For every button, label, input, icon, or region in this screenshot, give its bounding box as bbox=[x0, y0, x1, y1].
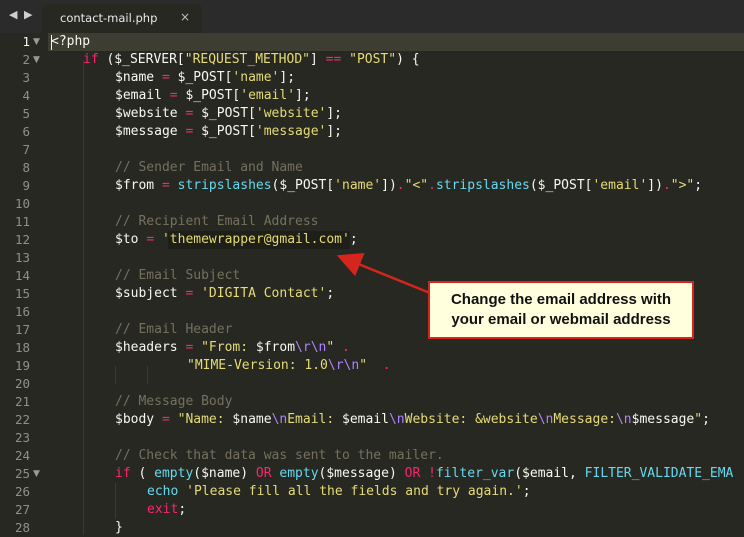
indent-guide bbox=[83, 60, 84, 535]
line-number: 27 bbox=[14, 502, 30, 517]
code-line-27: exit; bbox=[147, 502, 187, 517]
fold-arrow-icon[interactable]: ▼ bbox=[33, 33, 40, 51]
line-gutter: 1 ▼ 2 ▼ 3 4 5 6 7 8 9 10 11 12 13 14 15 … bbox=[0, 33, 48, 535]
text-cursor bbox=[51, 35, 52, 50]
line-number: 25 bbox=[14, 466, 30, 481]
callout-line-1: Change the email address with bbox=[450, 291, 672, 308]
code-line-26: echo 'Please fill all the fields and try… bbox=[147, 484, 531, 499]
line-number: 26 bbox=[14, 484, 30, 499]
line-number: 28 bbox=[14, 520, 30, 535]
code-line-14: // Email Subject bbox=[115, 268, 241, 283]
fold-arrow-icon[interactable]: ▼ bbox=[33, 465, 40, 483]
recipient-email-string: 'themewrapper@gmail.com' bbox=[161, 232, 350, 247]
line-number: 3 bbox=[22, 70, 30, 85]
line-number: 17 bbox=[14, 322, 30, 337]
line-number: 16 bbox=[14, 304, 30, 319]
tab-label: contact-mail.php bbox=[60, 11, 158, 25]
line-number: 13 bbox=[14, 250, 30, 265]
code-line-22: $body = "Name: $name\nEmail: $email\nWeb… bbox=[115, 412, 710, 427]
line-number: 10 bbox=[14, 196, 30, 211]
line-number: 8 bbox=[22, 160, 30, 175]
tab-contact-mail[interactable]: contact-mail.php × bbox=[42, 4, 202, 33]
line-number: 7 bbox=[22, 142, 30, 157]
indent-guide bbox=[115, 366, 116, 384]
line-number: 4 bbox=[22, 88, 30, 103]
line-number: 5 bbox=[22, 106, 30, 121]
back-arrow-icon[interactable]: ◀ bbox=[9, 8, 17, 21]
code-line-19: "MIME-Version: 1.0\r\n" . bbox=[187, 358, 391, 373]
indent-guide bbox=[147, 366, 148, 384]
line-number: 19 bbox=[14, 358, 30, 373]
annotation-callout: Change the email address with your email… bbox=[428, 281, 694, 339]
line-number: 11 bbox=[14, 214, 30, 229]
line-number: 2 bbox=[22, 52, 30, 67]
code-line-6: $message = $_POST['message']; bbox=[115, 124, 343, 139]
code-line-21: // Message Body bbox=[115, 394, 233, 409]
code-line-25: if ( empty($name) OR empty($message) OR … bbox=[115, 466, 734, 481]
line-number: 1 bbox=[22, 34, 30, 49]
line-number: 23 bbox=[14, 430, 30, 445]
line-number: 14 bbox=[14, 268, 30, 283]
line-number: 22 bbox=[14, 412, 30, 427]
code-line-8: // Sender Email and Name bbox=[115, 160, 303, 175]
code-line-4: $email = $_POST['email']; bbox=[115, 88, 311, 103]
close-icon[interactable]: × bbox=[180, 10, 190, 24]
forward-arrow-icon[interactable]: ▶ bbox=[24, 8, 32, 21]
line-number: 9 bbox=[22, 178, 30, 193]
line-number: 15 bbox=[14, 286, 30, 301]
line-number: 20 bbox=[14, 376, 30, 391]
code-line-15: $subject = 'DIGITA Contact'; bbox=[115, 286, 335, 301]
code-line-17: // Email Header bbox=[115, 322, 233, 337]
line-number: 12 bbox=[14, 232, 30, 247]
code-line-28: } bbox=[115, 520, 123, 535]
code-line-18: $headers = "From: $from\r\n" . bbox=[115, 340, 350, 355]
code-line-12: $to = 'themewrapper@gmail.com'; bbox=[115, 232, 358, 247]
callout-line-2: your email or webmail address bbox=[451, 311, 671, 328]
indent-guide bbox=[115, 483, 116, 519]
code-line-24: // Check that data was sent to the maile… bbox=[115, 448, 444, 463]
fold-arrow-icon[interactable]: ▼ bbox=[33, 51, 40, 69]
code-line-3: $name = $_POST['name']; bbox=[115, 70, 296, 85]
code-line-11: // Recipient Email Address bbox=[115, 214, 319, 229]
line-number: 24 bbox=[14, 448, 30, 463]
line-number: 21 bbox=[14, 394, 30, 409]
tab-bar: ◀ ▶ contact-mail.php × bbox=[0, 0, 744, 34]
line-number: 18 bbox=[14, 340, 30, 355]
code-line-9: $from = stripslashes($_POST['name'])."<"… bbox=[115, 178, 703, 193]
code-line-1: <?php bbox=[51, 34, 91, 49]
code-line-2: if ($_SERVER["REQUEST_METHOD"] == "POST"… bbox=[83, 52, 420, 67]
line-number: 6 bbox=[22, 124, 30, 139]
code-line-5: $website = $_POST['website']; bbox=[115, 106, 343, 121]
